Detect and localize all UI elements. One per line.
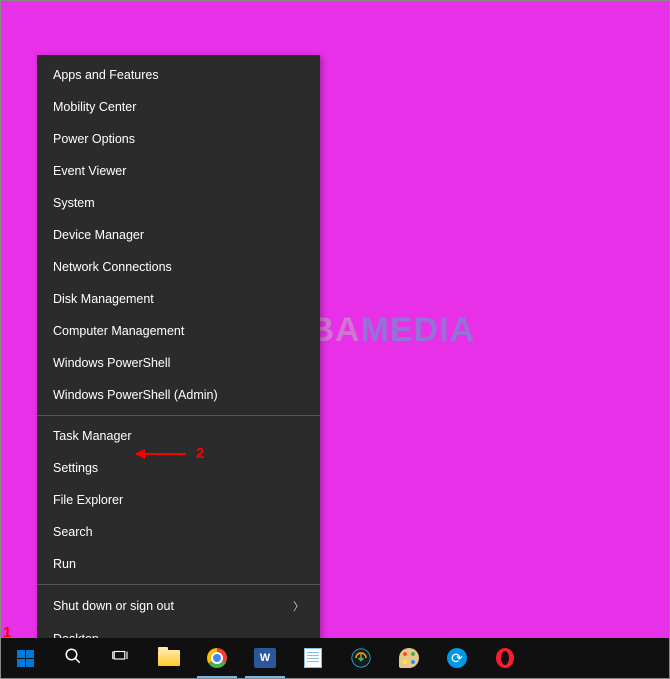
taskbar-sync[interactable]: ⟳ — [433, 638, 481, 678]
menu-event-viewer[interactable]: Event Viewer — [37, 155, 320, 187]
menu-mobility-center[interactable]: Mobility Center — [37, 91, 320, 123]
menu-task-manager[interactable]: Task Manager — [37, 420, 320, 452]
word-icon: W — [254, 648, 276, 668]
taskbar-chrome[interactable] — [193, 638, 241, 678]
menu-label: Disk Management — [53, 292, 154, 306]
taskbar-notepad[interactable] — [289, 638, 337, 678]
menu-label: Windows PowerShell — [53, 356, 170, 370]
annotation-1: 1 — [3, 624, 11, 641]
menu-label: System — [53, 196, 95, 210]
task-view-icon — [112, 647, 130, 670]
windows-logo-icon — [17, 650, 34, 667]
notepad-icon — [304, 648, 322, 668]
menu-label: Power Options — [53, 132, 135, 146]
menu-label: Run — [53, 557, 76, 571]
menu-label: Search — [53, 525, 93, 539]
paint-palette-icon — [399, 648, 419, 668]
menu-label: Apps and Features — [53, 68, 159, 82]
chrome-icon — [207, 648, 227, 668]
search-icon — [64, 647, 82, 670]
menu-search[interactable]: Search — [37, 516, 320, 548]
start-button[interactable] — [1, 638, 49, 678]
menu-label: Windows PowerShell (Admin) — [53, 388, 218, 402]
taskbar-opera[interactable] — [481, 638, 529, 678]
menu-apps-features[interactable]: Apps and Features — [37, 59, 320, 91]
menu-label: Device Manager — [53, 228, 144, 242]
menu-power-options[interactable]: Power Options — [37, 123, 320, 155]
menu-separator — [37, 584, 320, 585]
menu-powershell[interactable]: Windows PowerShell — [37, 347, 320, 379]
menu-separator — [37, 415, 320, 416]
menu-shutdown[interactable]: Shut down or sign out 〉 — [37, 589, 320, 623]
folder-icon — [158, 650, 180, 666]
menu-label: Task Manager — [53, 429, 132, 443]
sync-icon: ⟳ — [447, 648, 467, 668]
menu-label: Event Viewer — [53, 164, 126, 178]
menu-network-connections[interactable]: Network Connections — [37, 251, 320, 283]
menu-powershell-admin[interactable]: Windows PowerShell (Admin) — [37, 379, 320, 411]
menu-label: Network Connections — [53, 260, 172, 274]
watermark-text-2: MEDIA — [361, 311, 476, 349]
menu-device-manager[interactable]: Device Manager — [37, 219, 320, 251]
menu-label: Mobility Center — [53, 100, 136, 114]
opera-icon — [496, 648, 514, 668]
taskbar-search[interactable] — [49, 638, 97, 678]
menu-label: File Explorer — [53, 493, 123, 507]
taskbar-idm[interactable] — [337, 638, 385, 678]
menu-computer-management[interactable]: Computer Management — [37, 315, 320, 347]
menu-disk-management[interactable]: Disk Management — [37, 283, 320, 315]
taskbar-file-explorer[interactable] — [145, 638, 193, 678]
menu-settings[interactable]: Settings — [37, 452, 320, 484]
winx-context-menu: Apps and Features Mobility Center Power … — [37, 55, 320, 659]
taskbar-paint[interactable] — [385, 638, 433, 678]
taskbar: W ⟳ — [1, 638, 669, 678]
chevron-right-icon: 〉 — [293, 598, 304, 614]
menu-file-explorer[interactable]: File Explorer — [37, 484, 320, 516]
menu-label: Computer Management — [53, 324, 184, 338]
taskbar-taskview[interactable] — [97, 638, 145, 678]
taskbar-word[interactable]: W — [241, 638, 289, 678]
download-manager-icon — [351, 648, 371, 668]
menu-run[interactable]: Run — [37, 548, 320, 580]
menu-label: Settings — [53, 461, 98, 475]
menu-label: Shut down or sign out — [53, 599, 174, 613]
menu-system[interactable]: System — [37, 187, 320, 219]
